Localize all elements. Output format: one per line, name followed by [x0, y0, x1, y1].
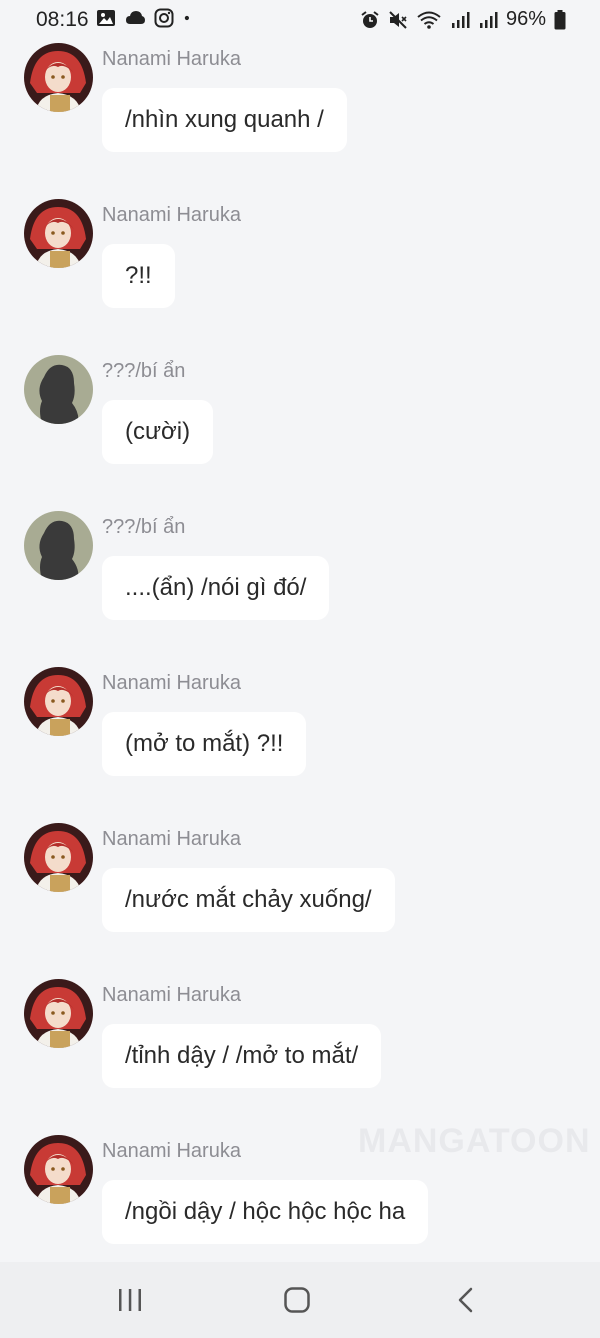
avatar-nanami-haruka[interactable] [24, 199, 93, 268]
message-bubble[interactable]: /ngồi dậy / hộc hộc hộc ha [102, 1180, 429, 1244]
speaker-name: Nanami Haruka [102, 204, 241, 226]
wifi-icon [417, 11, 441, 29]
message-bubble[interactable]: (mở to mắt) ?!! [102, 712, 307, 776]
speaker-name: Nanami Haruka [102, 828, 241, 850]
avatar-mystery[interactable] [24, 355, 93, 424]
avatar-mystery[interactable] [24, 511, 93, 580]
message-bubble[interactable]: /nhìn xung quanh / [102, 88, 347, 152]
status-bar: 08:16 96% [0, 0, 600, 40]
speaker-name: ???/bí ẩn [102, 516, 186, 538]
speaker-name: Nanami Haruka [102, 48, 241, 70]
avatar-nanami-haruka[interactable] [24, 823, 93, 892]
home-icon [284, 1287, 310, 1313]
battery-percent: 96% [505, 8, 546, 30]
mute-icon [389, 10, 407, 29]
message-bubble[interactable]: /tỉnh dậy / /mở to mắt/ [102, 1024, 382, 1088]
avatar-nanami-haruka[interactable] [24, 979, 93, 1048]
speaker-name: Nanami Haruka [102, 672, 241, 694]
message-bubble[interactable]: ?!! [102, 244, 175, 308]
signal-icon [451, 11, 470, 28]
mangatoon-watermark: MANGATOON [358, 1122, 591, 1160]
signal-icon [479, 11, 498, 28]
navigation-bar [0, 1262, 600, 1338]
battery-icon [554, 9, 566, 29]
speaker-name: Nanami Haruka [102, 984, 241, 1006]
back-button[interactable] [446, 1282, 486, 1318]
status-right-icons: 96% [360, 8, 566, 31]
back-icon [458, 1287, 473, 1313]
speaker-name: Nanami Haruka [102, 1140, 241, 1162]
avatar-nanami-haruka[interactable] [24, 43, 93, 112]
home-button[interactable] [277, 1282, 317, 1318]
status-time: 08:16 [36, 8, 89, 31]
speaker-name: ???/bí ẩn [102, 360, 186, 382]
dot-icon [184, 15, 189, 21]
gallery-icon [97, 10, 115, 26]
recent-apps-icon [119, 1289, 141, 1311]
recent-apps-button[interactable] [110, 1282, 150, 1318]
chat-screen: 08:16 96% Nanami Haruka /nhìn xung quanh… [0, 0, 600, 1338]
avatar-nanami-haruka[interactable] [24, 1135, 93, 1204]
avatar-nanami-haruka[interactable] [24, 667, 93, 736]
message-bubble[interactable]: (cười) [102, 400, 214, 464]
cloud-icon [126, 11, 145, 24]
message-bubble[interactable]: ....(ẩn) /nói gì đó/ [102, 556, 330, 620]
message-bubble[interactable]: /nước mắt chảy xuống/ [102, 868, 395, 932]
instagram-icon [154, 8, 174, 28]
alarm-icon [361, 10, 379, 28]
status-left-icons [96, 8, 196, 28]
